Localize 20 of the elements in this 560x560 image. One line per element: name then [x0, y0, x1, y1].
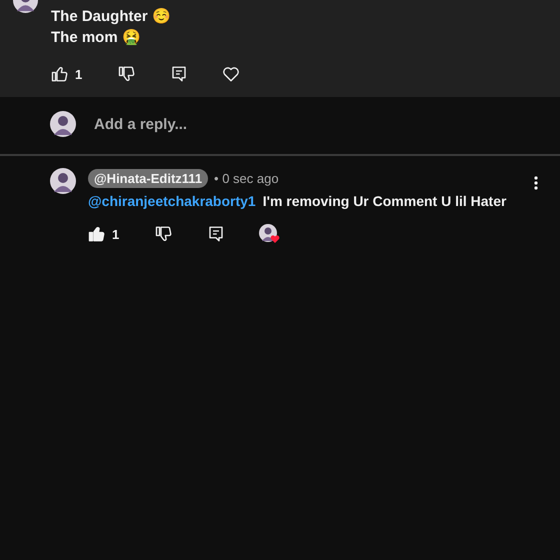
comment-text: The Daughter ☺ [51, 7, 172, 27]
like-count: 1 [75, 66, 82, 82]
comment-text: The mom 🤮 [51, 28, 142, 48]
author-handle[interactable]: @Hinata-Editz111 [88, 169, 208, 188]
like-icon [88, 225, 106, 243]
comment-time: • 0 sec ago [214, 171, 279, 186]
like-button[interactable]: 1 [51, 62, 118, 86]
dislike-icon [118, 65, 136, 83]
like-icon [51, 65, 69, 83]
like-count: 1 [112, 226, 120, 242]
reply-input[interactable]: Add a reply... [92, 114, 396, 134]
reply-icon [170, 65, 188, 83]
mention-link[interactable]: @chiranjeetchakraborty1 [88, 193, 256, 209]
reply-icon [207, 225, 225, 243]
user-avatar [50, 111, 76, 137]
comment-text: I'm removing Ur Comment U lil Hater [262, 193, 506, 209]
like-button[interactable]: 1 [88, 222, 155, 246]
more-icon [534, 176, 538, 190]
dislike-icon [155, 225, 173, 243]
user-avatar [50, 168, 76, 194]
